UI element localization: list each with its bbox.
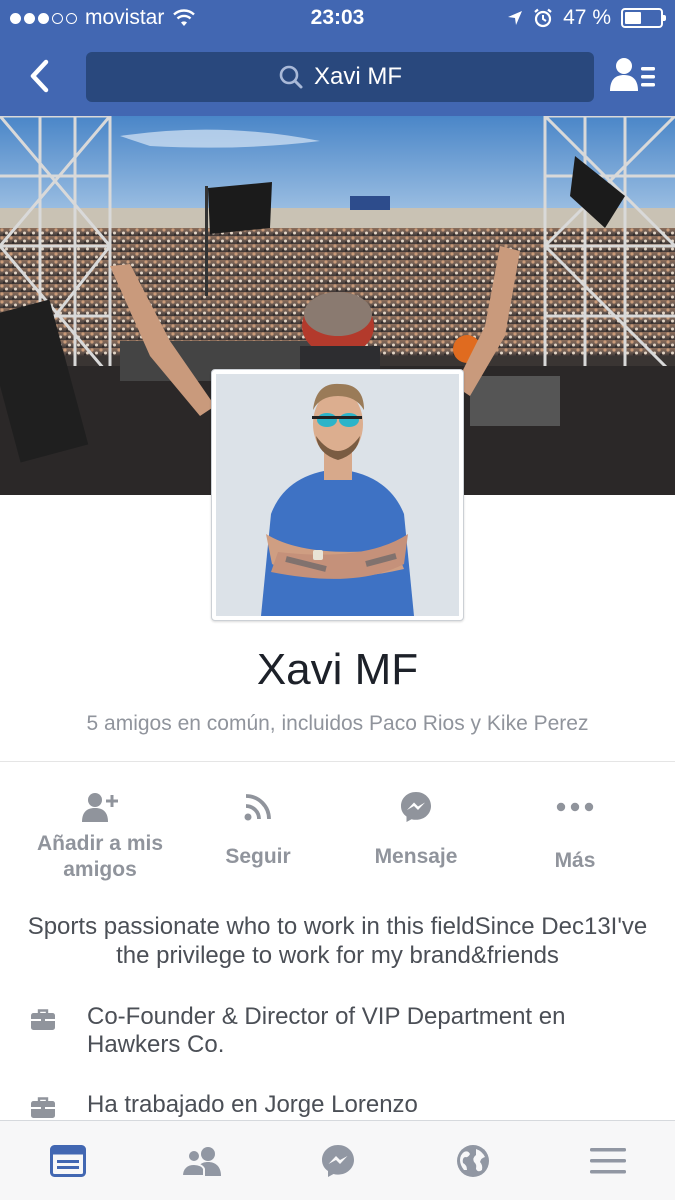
location-arrow-icon	[508, 11, 523, 25]
news-feed-icon	[50, 1145, 86, 1177]
tab-friends[interactable]	[180, 1139, 224, 1183]
messenger-icon	[322, 1145, 354, 1177]
more-label: Más	[554, 849, 596, 872]
work-text: Co-Founder & Director of VIP Department …	[87, 1003, 566, 1058]
work-text: Ha trabajado en Jorge Lorenzo	[87, 1091, 418, 1118]
divider	[0, 761, 675, 762]
profile-name: Xavi MF	[256, 645, 419, 694]
top-navigation-bar: movistar 23:03 47 % Xavi MF	[0, 0, 675, 116]
search-query: Xavi MF	[313, 63, 402, 90]
bottom-tab-bar	[0, 1120, 675, 1200]
profile-picture[interactable]	[211, 369, 464, 621]
friend-list-icon[interactable]	[608, 55, 658, 97]
tab-messenger[interactable]	[316, 1139, 360, 1183]
briefcase-icon	[31, 1097, 55, 1118]
alarm-icon	[534, 8, 552, 28]
battery-fill	[625, 12, 641, 24]
add-friend-icon	[82, 793, 118, 822]
tab-notifications[interactable]	[451, 1139, 495, 1183]
profile-bio: Sports passionate who to work in this fi…	[27, 913, 648, 969]
more-button[interactable]: Más	[495, 783, 655, 874]
rss-follow-icon	[244, 794, 271, 821]
profile-actions: Añadir a mis amigos Seguir Mensaje Más	[0, 783, 675, 893]
battery-percent: 47 %	[563, 6, 611, 29]
search-icon	[279, 65, 303, 89]
globe-notifications-icon	[457, 1145, 489, 1177]
tab-news-feed[interactable]	[46, 1139, 90, 1183]
messenger-icon	[401, 792, 431, 822]
status-bar: movistar 23:03 47 %	[0, 0, 675, 38]
friends-icon	[181, 1147, 221, 1177]
chevron-left-icon[interactable]	[22, 56, 62, 96]
briefcase-icon	[31, 1009, 55, 1030]
tab-menu[interactable]	[586, 1139, 630, 1183]
battery-icon	[621, 8, 666, 28]
add-friend-label: Añadir a mis amigos	[36, 832, 164, 881]
mutual-friends-text[interactable]: 5 amigos en común, incluidos Paco Rios y…	[0, 712, 675, 736]
menu-icon	[590, 1148, 626, 1174]
message-button[interactable]: Mensaje	[336, 783, 496, 870]
status-right: 47 %	[507, 6, 666, 30]
search-field[interactable]: Xavi MF	[86, 52, 594, 102]
message-label: Mensaje	[374, 845, 458, 868]
more-dots-icon	[556, 802, 594, 812]
follow-button[interactable]: Seguir	[178, 783, 338, 870]
follow-label: Seguir	[225, 845, 291, 868]
add-friend-button[interactable]: Añadir a mis amigos	[20, 783, 180, 883]
